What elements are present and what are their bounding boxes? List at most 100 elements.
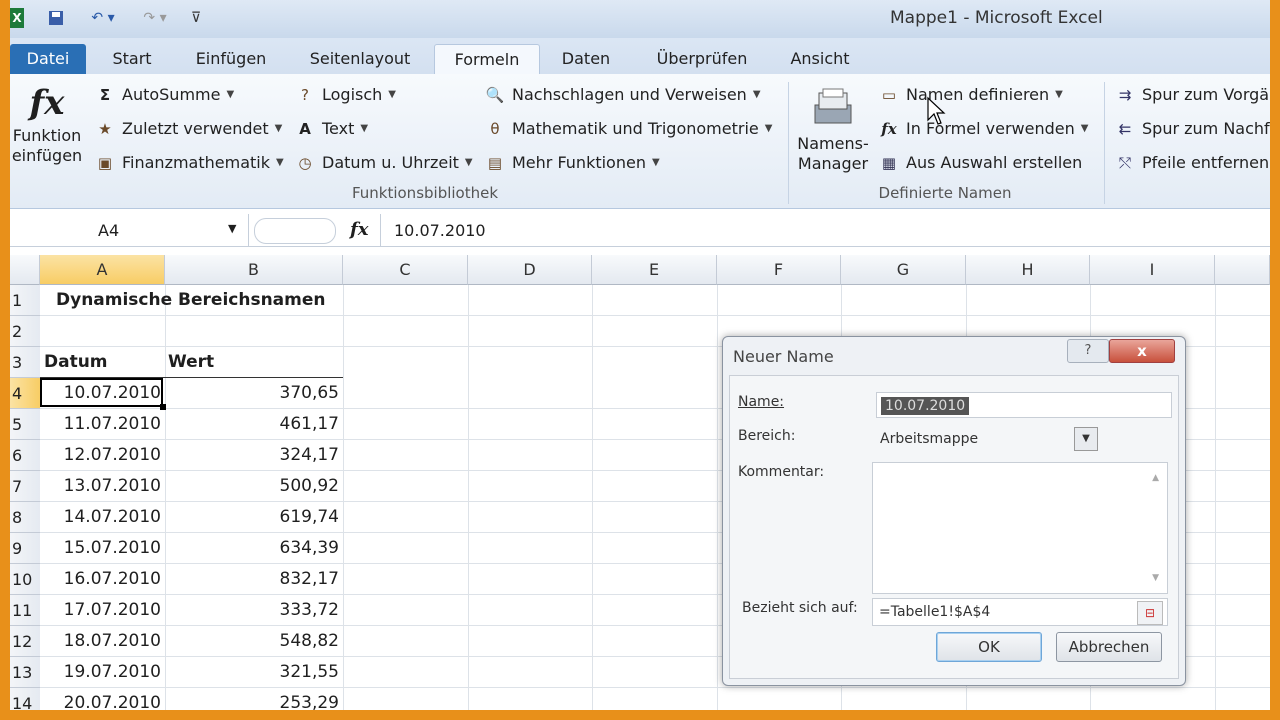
- row-header-11[interactable]: 11: [10, 595, 40, 626]
- name-box[interactable]: A4 ▼: [10, 214, 249, 246]
- column-header-h[interactable]: H: [966, 255, 1090, 285]
- formula-bar-resize-handle[interactable]: [254, 218, 336, 244]
- header-cell-value[interactable]: Wert: [168, 347, 214, 378]
- date-cell[interactable]: 19.07.2010: [44, 657, 161, 688]
- row-header-7[interactable]: 7: [10, 471, 40, 502]
- chevron-down-icon[interactable]: ▼: [1074, 427, 1098, 451]
- autosum-button[interactable]: Σ AutoSumme ▼: [94, 83, 234, 107]
- scroll-down-icon[interactable]: ▼: [1152, 573, 1159, 583]
- column-header-a[interactable]: A: [40, 255, 165, 285]
- chevron-down-icon[interactable]: ▼: [228, 222, 236, 235]
- excel-logo-icon[interactable]: X: [10, 8, 24, 28]
- sheet-title-cell[interactable]: Dynamische Bereichsnamen: [56, 285, 326, 316]
- row-header-8[interactable]: 8: [10, 502, 40, 533]
- undo-icon[interactable]: ↶ ▾: [88, 8, 118, 28]
- row-header-12[interactable]: 12: [10, 626, 40, 657]
- value-cell[interactable]: 324,17: [170, 440, 339, 471]
- recently-used-button[interactable]: ★ Zuletzt verwendet ▼: [94, 117, 282, 141]
- value-cell[interactable]: 634,39: [170, 533, 339, 564]
- column-header-f[interactable]: F: [717, 255, 841, 285]
- scope-select[interactable]: Arbeitsmappe ▼: [876, 424, 1098, 454]
- value-cell[interactable]: 321,55: [170, 657, 339, 688]
- row-header-10[interactable]: 10: [10, 564, 40, 595]
- create-from-selection-button[interactable]: ▦ Aus Auswahl erstellen: [878, 151, 1082, 175]
- trace-precedents-button[interactable]: ⇉ Spur zum Vorgä: [1114, 83, 1269, 107]
- value-cell[interactable]: 619,74: [170, 502, 339, 533]
- text-functions-button[interactable]: A Text ▼: [294, 117, 368, 141]
- row-header-2[interactable]: 2: [10, 316, 40, 347]
- tab-start[interactable]: Start: [100, 44, 164, 74]
- header-cell-date[interactable]: Datum: [44, 347, 108, 378]
- insert-function-icon[interactable]: fx: [350, 219, 368, 240]
- logical-button[interactable]: ? Logisch ▼: [294, 83, 396, 107]
- redo-icon[interactable]: ↷ ▾: [140, 8, 170, 28]
- column-header-b[interactable]: B: [165, 255, 343, 285]
- date-cell[interactable]: 12.07.2010: [44, 440, 161, 471]
- ok-button[interactable]: OK: [936, 632, 1042, 662]
- value-cell[interactable]: 253,29: [170, 688, 339, 710]
- formula-input[interactable]: 10.07.2010: [394, 221, 486, 240]
- value-cell[interactable]: 461,17: [170, 409, 339, 440]
- name-manager-button[interactable]: Namens- Manager: [796, 80, 870, 184]
- define-name-button[interactable]: ▭ Namen definieren ▼: [878, 83, 1063, 107]
- date-cell[interactable]: 15.07.2010: [44, 533, 161, 564]
- sigma-icon: Σ: [99, 86, 111, 104]
- date-cell[interactable]: 14.07.2010: [44, 502, 161, 533]
- use-in-formula-button[interactable]: fx In Formel verwenden ▼: [878, 117, 1088, 141]
- datetime-label: Datum u. Uhrzeit: [322, 153, 459, 172]
- active-cell-cursor: [40, 378, 163, 407]
- date-cell[interactable]: 20.07.2010: [44, 688, 161, 710]
- tab-page-layout[interactable]: Seitenlayout: [298, 44, 422, 74]
- value-cell[interactable]: 548,82: [170, 626, 339, 657]
- cancel-button[interactable]: Abbrechen: [1056, 632, 1162, 662]
- row-header-14[interactable]: 14: [10, 688, 40, 710]
- row-header-3[interactable]: 3: [10, 347, 40, 378]
- date-cell[interactable]: 13.07.2010: [44, 471, 161, 502]
- name-input[interactable]: 10.07.2010: [876, 392, 1172, 418]
- customize-qat-icon[interactable]: ⊽: [188, 8, 204, 28]
- collapse-dialog-icon[interactable]: ⊟: [1137, 601, 1163, 625]
- tab-review[interactable]: Überprüfen: [642, 44, 762, 74]
- value-cell[interactable]: 500,92: [170, 471, 339, 502]
- lookup-reference-button[interactable]: 🔍 Nachschlagen und Verweisen ▼: [484, 83, 761, 107]
- value-cell[interactable]: 370,65: [170, 378, 339, 409]
- financial-button[interactable]: ▣ Finanzmathematik ▼: [94, 151, 284, 175]
- save-icon[interactable]: [46, 8, 66, 28]
- tab-formulas[interactable]: Formeln: [434, 44, 540, 75]
- close-button[interactable]: x: [1109, 339, 1175, 363]
- column-header-g[interactable]: G: [841, 255, 966, 285]
- scroll-up-icon[interactable]: ▲: [1152, 473, 1159, 483]
- value-cell[interactable]: 333,72: [170, 595, 339, 626]
- date-cell[interactable]: 17.07.2010: [44, 595, 161, 626]
- comment-textarea[interactable]: ▲ ▼: [872, 462, 1168, 594]
- tab-data[interactable]: Daten: [554, 44, 618, 74]
- tab-file[interactable]: Datei: [10, 44, 86, 74]
- fill-handle[interactable]: [160, 404, 166, 410]
- tab-insert[interactable]: Einfügen: [186, 44, 276, 74]
- refers-to-input[interactable]: =Tabelle1!$A$4 ⊟: [872, 598, 1168, 626]
- row-header-6[interactable]: 6: [10, 440, 40, 471]
- math-trig-button[interactable]: θ Mathematik und Trigonometrie ▼: [484, 117, 772, 141]
- column-header-d[interactable]: D: [468, 255, 592, 285]
- row-header-13[interactable]: 13: [10, 657, 40, 688]
- help-button[interactable]: ?: [1067, 339, 1109, 363]
- date-cell[interactable]: 18.07.2010: [44, 626, 161, 657]
- value-cell[interactable]: 832,17: [170, 564, 339, 595]
- row-header-5[interactable]: 5: [10, 409, 40, 440]
- row-header-4[interactable]: 4: [10, 378, 40, 409]
- row-header-9[interactable]: 9: [10, 533, 40, 564]
- column-header-i[interactable]: I: [1090, 255, 1215, 285]
- column-header-next[interactable]: [1215, 255, 1270, 285]
- row-header-1[interactable]: 1: [10, 285, 40, 316]
- column-header-c[interactable]: C: [343, 255, 468, 285]
- tab-view[interactable]: Ansicht: [782, 44, 858, 74]
- column-header-e[interactable]: E: [592, 255, 717, 285]
- more-functions-button[interactable]: ▤ Mehr Funktionen ▼: [484, 151, 660, 175]
- remove-arrows-button[interactable]: ⤲ Pfeile entfernen: [1114, 151, 1269, 175]
- trace-dependents-button[interactable]: ⇇ Spur zum Nachf: [1114, 117, 1270, 141]
- select-all-corner[interactable]: [10, 255, 40, 285]
- datetime-button[interactable]: ◷ Datum u. Uhrzeit ▼: [294, 151, 472, 175]
- insert-function-button[interactable]: fx Funktion einfügen: [10, 80, 84, 184]
- date-cell[interactable]: 16.07.2010: [44, 564, 161, 595]
- date-cell[interactable]: 11.07.2010: [44, 409, 161, 440]
